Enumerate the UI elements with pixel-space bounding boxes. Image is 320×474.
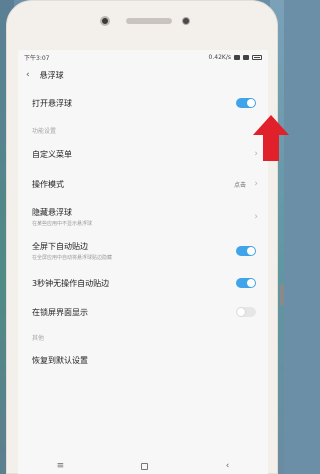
row-fullscreen-snap[interactable]: 全屏下自动贴边 在全屏应用中自动将悬浮球贴边隐藏 [18,234,268,268]
screen: 下午3:07 0.42K/s ‹ 悬浮球 打开悬浮球 功能设置 自定义菜单 › … [18,50,268,474]
lockscreen-show-label: 在锁屏界面显示 [32,307,88,317]
status-time: 下午3:07 [24,54,50,62]
open-float-label: 打开悬浮球 [32,98,72,108]
custom-menu-label: 自定义菜单 [32,149,72,159]
back-icon[interactable]: ‹ [226,461,230,471]
fullscreen-snap-label: 全屏下自动贴边 [32,242,88,251]
proximity-sensor [182,17,190,25]
row-auto-snap-3s[interactable]: 3秒钟无操作自动贴边 [18,268,268,298]
lockscreen-show-toggle[interactable] [236,307,256,317]
operation-mode-value: 点击 [233,181,246,189]
battery-icon [252,54,262,60]
row-open-float[interactable]: 打开悬浮球 [18,86,268,120]
fullscreen-snap-toggle[interactable] [236,246,256,256]
signal-icon [243,54,249,60]
network-speed: 0.42K/s [208,53,231,61]
home-icon[interactable] [141,462,149,470]
menu-icon[interactable]: ≡ [57,461,65,471]
chevron-right-icon: › [254,212,258,222]
fullscreen-snap-text: 全屏下自动贴边 在全屏应用中自动将悬浮球贴边隐藏 [32,241,112,261]
section-function-header: 功能设置 [32,127,57,135]
row-restore-default[interactable]: 恢复到默认设置 [18,348,268,372]
chevron-right-icon: › [254,179,258,189]
phone-frame: 下午3:07 0.42K/s ‹ 悬浮球 打开悬浮球 功能设置 自定义菜单 › … [6,0,289,474]
row-hide-float[interactable]: 隐藏悬浮球 在某些应用中不显示悬浮球 › [18,200,268,234]
status-bar: 下午3:07 0.42K/s [18,50,268,64]
annotation-arrow-icon [253,115,289,161]
earpiece-speaker [126,18,172,24]
fullscreen-snap-sublabel: 在全屏应用中自动将悬浮球贴边隐藏 [32,255,113,261]
row-operation-mode[interactable]: 操作模式 点击 › [18,168,268,200]
status-right: 0.42K/s [209,54,262,61]
auto-snap-3s-toggle[interactable] [236,278,256,288]
page-title: 悬浮球 [39,70,64,80]
hide-float-sublabel: 在某些应用中不显示悬浮球 [32,221,93,227]
hide-float-text: 隐藏悬浮球 在某些应用中不显示悬浮球 [32,207,92,227]
auto-snap-3s-label: 3秒钟无操作自动贴边 [32,278,110,288]
row-custom-menu[interactable]: 自定义菜单 › [18,140,268,168]
section-other-header: 其他 [32,334,45,342]
bottom-navigation: ≡ ‹ [18,457,268,474]
back-arrow-icon[interactable]: ‹ [26,70,30,80]
row-lockscreen-show[interactable]: 在锁屏界面显示 [18,298,268,326]
operation-mode-label: 操作模式 [32,179,64,189]
hide-float-label: 隐藏悬浮球 [32,208,72,217]
volume-button [280,284,284,306]
open-float-toggle[interactable] [236,98,256,108]
title-bar: ‹ 悬浮球 [18,64,268,86]
front-camera [100,16,110,26]
wifi-icon [234,54,240,60]
restore-default-label: 恢复到默认设置 [32,355,88,365]
